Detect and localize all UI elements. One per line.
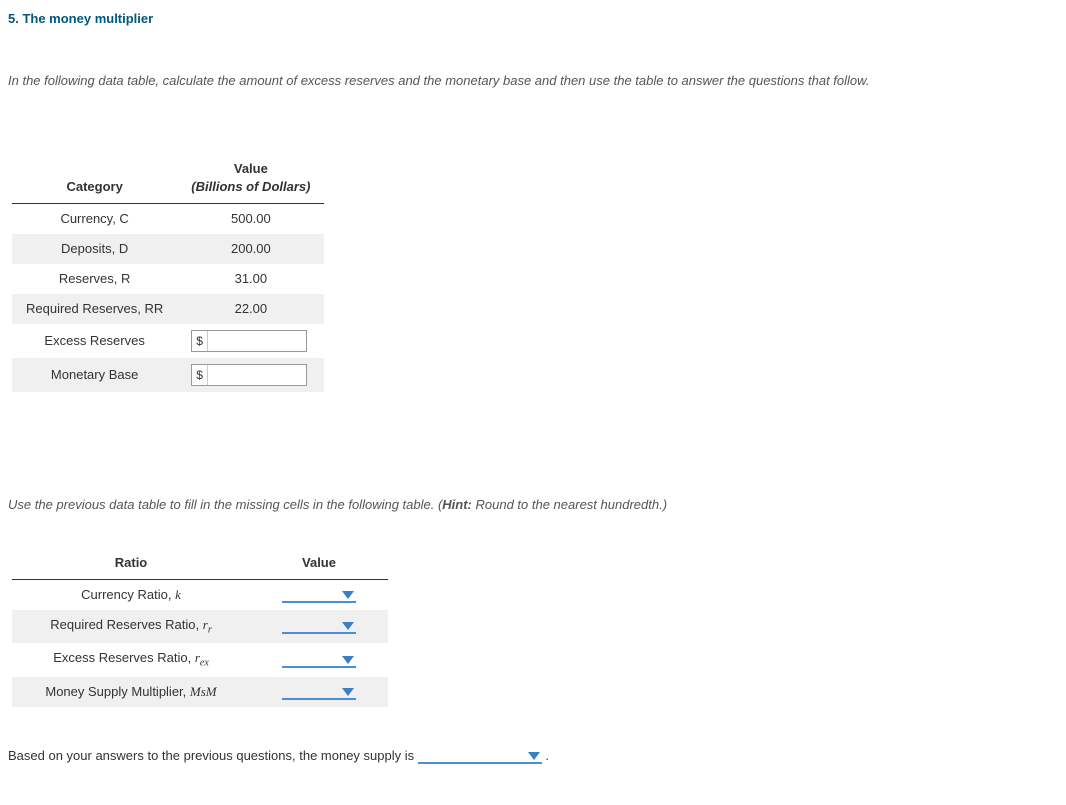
t2-row0-label: Currency Ratio, k: [12, 579, 250, 610]
t1-row0-label: Currency, C: [12, 203, 177, 234]
t1-row3-label: Required Reserves, RR: [12, 294, 177, 324]
t1-head-value-line2: (Billions of Dollars): [191, 178, 310, 196]
final-sentence: Based on your answers to the previous qu…: [8, 747, 1058, 765]
instr2-pre: Use the previous data table to fill in t…: [8, 497, 442, 512]
instructions-2: Use the previous data table to fill in t…: [8, 492, 1058, 518]
excess-reserves-ratio-dropdown[interactable]: [282, 654, 356, 668]
final-pre: Based on your answers to the previous qu…: [8, 748, 418, 763]
chevron-down-icon: [342, 622, 354, 630]
t1-row0-value: 500.00: [177, 203, 324, 234]
t1-head-value: Value (Billions of Dollars): [177, 154, 324, 203]
chevron-down-icon: [342, 656, 354, 664]
t2-head-ratio: Ratio: [12, 548, 250, 579]
final-post: .: [542, 748, 549, 763]
t1-inrow1-label: Monetary Base: [12, 358, 177, 392]
t1-head-category: Category: [12, 154, 177, 203]
data-table-2: Ratio Value Currency Ratio, k Required R…: [12, 548, 388, 707]
data-table-1: Category Value (Billions of Dollars) Cur…: [12, 154, 324, 392]
currency-ratio-dropdown[interactable]: [282, 589, 356, 603]
instructions-1: In the following data table, calculate t…: [8, 68, 1058, 94]
t1-row1-label: Deposits, D: [12, 234, 177, 264]
t1-inrow0-label: Excess Reserves: [12, 324, 177, 358]
required-reserves-ratio-dropdown[interactable]: [282, 620, 356, 634]
t1-head-value-line1: Value: [234, 161, 268, 176]
dollar-prefix: $: [192, 365, 208, 385]
t1-row2-value: 31.00: [177, 264, 324, 294]
t2-row2-label: Excess Reserves Ratio, rex: [12, 643, 250, 677]
monetary-base-input[interactable]: [208, 365, 306, 385]
chevron-down-icon: [342, 688, 354, 696]
question-title: 5. The money multiplier: [8, 10, 1058, 28]
t2-row1-label: Required Reserves Ratio, rr: [12, 610, 250, 644]
t1-row2-label: Reserves, R: [12, 264, 177, 294]
excess-reserves-input[interactable]: [208, 331, 306, 351]
dollar-prefix: $: [192, 331, 208, 351]
t2-row3-label: Money Supply Multiplier, MsM: [12, 677, 250, 707]
chevron-down-icon: [528, 752, 540, 760]
chevron-down-icon: [342, 591, 354, 599]
money-supply-multiplier-dropdown[interactable]: [282, 686, 356, 700]
t2-head-value: Value: [250, 548, 388, 579]
t1-row1-value: 200.00: [177, 234, 324, 264]
instr2-hint-text: Round to the nearest hundredth.): [472, 497, 667, 512]
instr2-hint-label: Hint:: [442, 497, 472, 512]
money-supply-dropdown[interactable]: [418, 750, 542, 764]
t1-row3-value: 22.00: [177, 294, 324, 324]
excess-reserves-input-wrap[interactable]: $: [191, 330, 307, 352]
monetary-base-input-wrap[interactable]: $: [191, 364, 307, 386]
